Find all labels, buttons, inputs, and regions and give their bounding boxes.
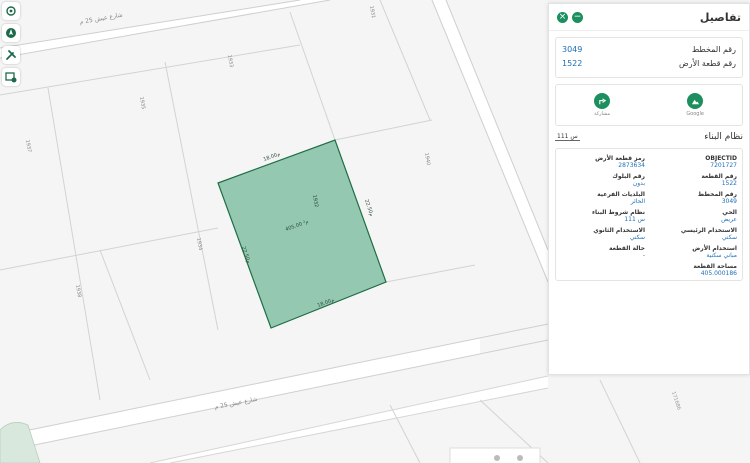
layers-icon [5,72,17,83]
panel-title: تفاصيل [699,10,741,24]
attribute-cell: الحي عريض [721,209,737,223]
attribute-cell: استخدام الأرض مباني سكنية [692,245,737,259]
share-box: Google مشاركة [555,84,743,126]
google-label: Google [686,111,704,117]
attribute-cell: مساحة القطعة 405.000186 [693,263,737,277]
attribute-cell: OBJECTID 7201727 [705,155,737,169]
info-label: رقم قطعة الأرض [679,59,736,68]
plan-info-box: رقم المخطط 3049 رقم قطعة الأرض 1522 [555,37,743,78]
map-toolbar [2,2,22,86]
building-system-label: نظام البناء [704,132,743,142]
map-icon [691,99,699,104]
attribute-cell: الاستخدام الثانوي سكني [593,227,645,241]
compass-button[interactable] [2,24,20,42]
tools-button[interactable] [2,46,20,64]
close-icon: × [558,11,567,22]
attribute-cell: الاستخدام الرئيسي سكني [680,227,737,241]
details-panel: تفاصيل × − رقم المخطط 3049 رقم قطعة الأر… [548,3,750,375]
layers-button[interactable] [2,68,20,86]
info-row: رقم المخطط 3049 [562,45,736,54]
attribute-cell: حالة القطعة - [608,245,645,259]
attribute-cell: رقم المخطط 3049 [697,191,737,205]
attributes-grid: OBJECTID 7201727 رمز قطعة الأرض 2873634 رق… [555,148,743,281]
building-system-select[interactable]: س 111 [555,133,580,141]
attribute-cell: نظام شروط البناء س 111 [591,209,645,223]
minus-icon: − [573,11,582,22]
close-button[interactable]: × [557,11,568,23]
attribute-cell: رقم البلوك بدون [612,173,645,187]
attribute-cell: رمز قطعة الأرض 2873634 [595,155,645,169]
info-row: رقم قطعة الأرض 1522 [562,59,736,68]
attribute-cell: البلديات الفرعية الحائر [597,191,645,205]
share-icon [598,97,606,104]
minimize-button[interactable]: − [572,11,583,23]
compass-icon [6,28,16,38]
tools-icon [6,50,16,60]
crosshair-icon [6,6,16,16]
attribute-cell: رقم القطعة 1522 [701,173,737,187]
building-system-row: نظام البناء س 111 [555,132,743,142]
scale-widget[interactable] [449,447,541,463]
panel-header: تفاصيل × − [549,4,749,31]
info-label: رقم المخطط [691,45,736,54]
share-button[interactable]: مشاركة [594,93,610,117]
info-value: 3049 [562,45,583,54]
share-label: مشاركة [594,111,611,117]
info-value: 1522 [562,59,583,68]
locate-button[interactable] [2,2,20,20]
google-maps-button[interactable]: Google [686,93,704,117]
